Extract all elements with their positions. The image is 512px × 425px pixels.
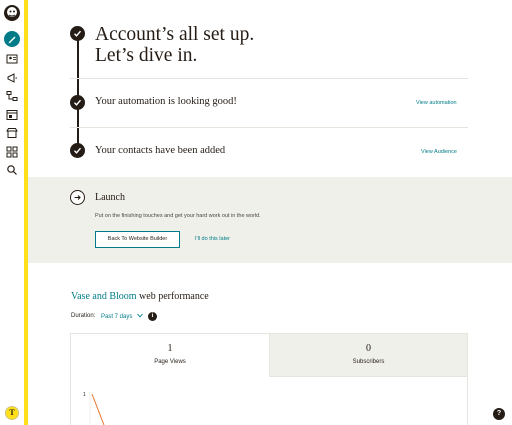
duration-label: Duration: — [71, 313, 96, 319]
launch-title: Launch — [95, 192, 125, 203]
pencil-icon — [8, 36, 16, 44]
grid-icon[interactable] — [6, 146, 18, 158]
performance-title: Vase and Bloom web performance — [71, 291, 209, 302]
divider — [70, 127, 468, 128]
arrow-right-icon — [70, 190, 85, 205]
subscribers-label: Subscribers — [352, 359, 385, 365]
store-icon[interactable] — [6, 127, 18, 139]
website-icon[interactable] — [6, 109, 18, 121]
page-title: Account’s all set up. Let’s dive in. — [95, 24, 255, 66]
megaphone-icon[interactable] — [6, 72, 18, 84]
avatar[interactable]: T — [5, 406, 19, 420]
divider — [70, 78, 468, 79]
step-automation-title: Your automation is looking good! — [95, 96, 237, 107]
page-views-label: Page Views — [154, 359, 186, 365]
step-contacts-title: Your contacts have been added — [95, 145, 226, 156]
view-audience-link[interactable]: View Audience — [421, 149, 457, 155]
side-navigation: T — [0, 0, 24, 425]
back-to-website-builder-button[interactable]: Back To Website Builder — [95, 231, 180, 248]
launch-panel — [28, 177, 512, 263]
step-complete-icon — [70, 143, 85, 158]
chevron-down-icon — [137, 313, 143, 318]
audience-icon[interactable] — [6, 53, 18, 65]
timeline-line — [77, 33, 79, 149]
view-automation-link[interactable]: View automation — [416, 100, 457, 106]
tab-subscribers[interactable]: 0 Subscribers — [269, 334, 467, 377]
tab-page-views[interactable]: 1 Page Views — [71, 334, 269, 377]
subscribers-value: 0 — [366, 343, 371, 354]
page-views-value: 1 — [167, 343, 173, 354]
info-icon[interactable]: i — [148, 312, 157, 321]
page-views-chart — [89, 391, 105, 425]
automations-icon[interactable] — [6, 90, 18, 102]
duration-dropdown[interactable]: Past 7 days — [101, 313, 143, 320]
help-button[interactable]: ? — [493, 408, 505, 420]
page-views-line — [91, 393, 105, 425]
mailchimp-logo-icon[interactable] — [3, 4, 21, 22]
do-this-later-link[interactable]: I'll do this later — [195, 236, 230, 242]
step-complete-icon — [70, 26, 85, 41]
step-complete-icon — [70, 95, 85, 110]
duration-row: Duration: Past 7 days — [71, 313, 143, 320]
site-name-link[interactable]: Vase and Bloom — [71, 291, 137, 302]
launch-description: Put on the finishing touches and get you… — [95, 213, 261, 219]
search-icon[interactable] — [6, 164, 18, 176]
create-button[interactable] — [4, 31, 20, 47]
